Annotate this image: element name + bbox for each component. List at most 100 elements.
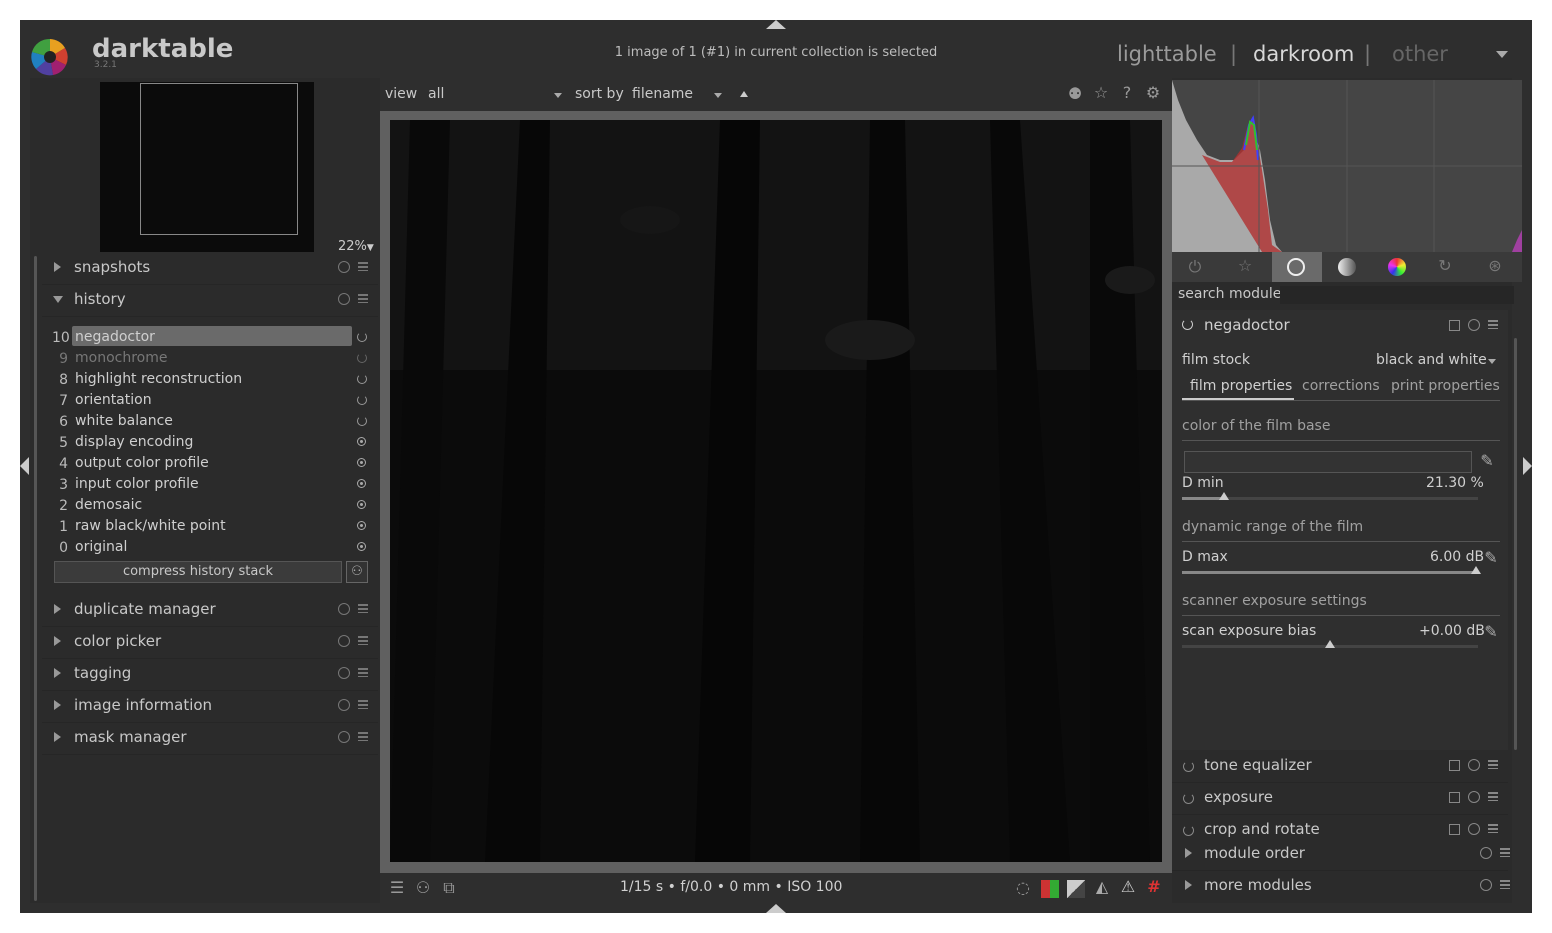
view-filter-dropdown-icon[interactable]: [554, 93, 562, 98]
module-image-information[interactable]: image information: [42, 690, 378, 723]
history-item[interactable]: 3 input color profile: [42, 475, 378, 496]
quick-access-menu-icon[interactable]: ☰: [388, 879, 406, 897]
view-other[interactable]: other: [1392, 42, 1448, 66]
sort-select[interactable]: filename: [632, 86, 693, 102]
presets-icon[interactable]: [1500, 848, 1510, 857]
power-icon[interactable]: [1183, 793, 1194, 804]
color-picker-icon[interactable]: ✎: [1478, 452, 1496, 470]
group-base-tab[interactable]: [1272, 252, 1322, 282]
gamut-check-icon[interactable]: [1067, 880, 1085, 898]
grouping-icon[interactable]: ⚉: [1066, 85, 1084, 103]
navigation-viewport-frame[interactable]: [140, 83, 298, 235]
views-dropdown-icon[interactable]: [1496, 51, 1508, 58]
module-history[interactable]: history: [42, 284, 378, 317]
color-picker-icon[interactable]: ✎: [1482, 623, 1500, 641]
dmax-slider-handle[interactable]: [1471, 566, 1481, 574]
left-panel-toggle-icon[interactable]: [20, 457, 29, 475]
iso12646-bulb-icon[interactable]: ◌: [1014, 879, 1032, 897]
reset-icon[interactable]: [1480, 879, 1492, 891]
presets-icon[interactable]: [358, 668, 368, 677]
presets-icon[interactable]: [358, 294, 368, 303]
history-item[interactable]: 6 white balance: [42, 412, 378, 433]
module-color-picker[interactable]: color picker: [42, 626, 378, 659]
multi-instance-icon[interactable]: [1449, 824, 1460, 835]
power-icon[interactable]: [1183, 761, 1194, 772]
clipping-warning-icon[interactable]: ⚠: [1119, 878, 1137, 896]
sort-order-icon[interactable]: [740, 91, 748, 97]
reset-icon[interactable]: [338, 293, 350, 305]
reset-icon[interactable]: [338, 261, 350, 273]
presets-icon[interactable]: [358, 604, 368, 613]
compress-history-button[interactable]: compress history stack: [54, 561, 342, 583]
styles-icon[interactable]: ⚇: [414, 879, 432, 897]
presets-icon[interactable]: [358, 700, 368, 709]
module-tagging[interactable]: tagging: [42, 658, 378, 691]
power-icon[interactable]: [1183, 825, 1194, 836]
softproof-icon[interactable]: [1041, 880, 1059, 898]
reset-icon[interactable]: [1480, 847, 1492, 859]
raw-overexposed-icon[interactable]: ◭: [1093, 878, 1111, 896]
top-panel-toggle-icon[interactable]: [766, 20, 786, 29]
presets-icon[interactable]: [358, 636, 368, 645]
active-modules-power-icon[interactable]: ⏻: [1186, 258, 1204, 276]
module-snapshots[interactable]: snapshots: [42, 252, 378, 285]
history-item[interactable]: 10 negadoctor: [42, 326, 378, 349]
bottom-panel-toggle-icon[interactable]: [766, 904, 786, 913]
history-item[interactable]: 8 highlight reconstruction: [42, 370, 378, 391]
multi-instance-icon[interactable]: [1449, 760, 1460, 771]
left-scrollbar[interactable]: [34, 256, 37, 901]
reset-icon[interactable]: [338, 699, 350, 711]
module-more-modules[interactable]: more modules: [1172, 870, 1510, 902]
film-base-color-swatch[interactable]: [1184, 451, 1472, 473]
star-icon[interactable]: ☆: [1092, 84, 1110, 102]
image-canvas[interactable]: [390, 120, 1162, 862]
multi-instance-icon[interactable]: [1449, 320, 1460, 331]
reset-icon[interactable]: [1468, 319, 1480, 331]
presets-icon[interactable]: [1488, 824, 1498, 833]
history-item[interactable]: 2 demosaic: [42, 496, 378, 517]
reset-icon[interactable]: [338, 731, 350, 743]
favorites-star-icon[interactable]: ☆: [1236, 257, 1254, 275]
history-item[interactable]: 0 original: [42, 538, 378, 559]
module-crop-and-rotate[interactable]: crop and rotate: [1172, 814, 1508, 838]
reset-icon[interactable]: [338, 603, 350, 615]
guides-icon[interactable]: #: [1145, 878, 1163, 896]
presets-icon[interactable]: [1488, 320, 1498, 329]
scan-bias-slider-handle[interactable]: [1325, 640, 1335, 648]
presets-icon[interactable]: [1488, 760, 1498, 769]
correct-group-icon[interactable]: ↻: [1436, 257, 1454, 275]
tone-group-icon[interactable]: [1338, 258, 1356, 276]
module-module-order[interactable]: module order: [1172, 838, 1510, 871]
film-stock-dropdown-icon[interactable]: [1488, 359, 1496, 364]
history-style-icon[interactable]: ⚇: [346, 561, 368, 583]
film-stock-select[interactable]: black and white: [1376, 352, 1487, 368]
module-tone-equalizer[interactable]: tone equalizer: [1172, 750, 1508, 783]
module-exposure[interactable]: exposure: [1172, 782, 1508, 815]
negadoctor-title[interactable]: negadoctor: [1204, 316, 1290, 334]
history-item[interactable]: 7 orientation: [42, 391, 378, 412]
second-window-icon[interactable]: ⧉: [440, 879, 458, 897]
sort-dropdown-icon[interactable]: [714, 93, 722, 98]
history-item[interactable]: 5 display encoding: [42, 433, 378, 454]
module-mask-manager[interactable]: mask manager: [42, 722, 378, 755]
histogram[interactable]: [1172, 80, 1522, 252]
color-picker-icon[interactable]: ✎: [1482, 549, 1500, 567]
view-filter-select[interactable]: all: [428, 86, 444, 102]
search-module-input[interactable]: [1280, 286, 1514, 304]
tab-print-properties[interactable]: print properties: [1391, 378, 1500, 394]
view-lighttable[interactable]: lighttable: [1117, 42, 1217, 66]
reset-icon[interactable]: [338, 667, 350, 679]
multi-instance-icon[interactable]: [1449, 792, 1460, 803]
effect-group-icon[interactable]: ⊛: [1486, 257, 1504, 275]
tab-corrections[interactable]: corrections: [1302, 378, 1380, 394]
presets-icon[interactable]: [1500, 880, 1510, 889]
color-group-icon[interactable]: [1388, 258, 1406, 276]
right-scrollbar[interactable]: [1514, 338, 1517, 750]
presets-icon[interactable]: [358, 262, 368, 271]
view-darkroom[interactable]: darkroom: [1253, 42, 1354, 66]
power-icon[interactable]: [1182, 319, 1193, 330]
reset-icon[interactable]: [338, 635, 350, 647]
reset-icon[interactable]: [1468, 823, 1480, 835]
reset-icon[interactable]: [1468, 791, 1480, 803]
presets-icon[interactable]: [1488, 792, 1498, 801]
